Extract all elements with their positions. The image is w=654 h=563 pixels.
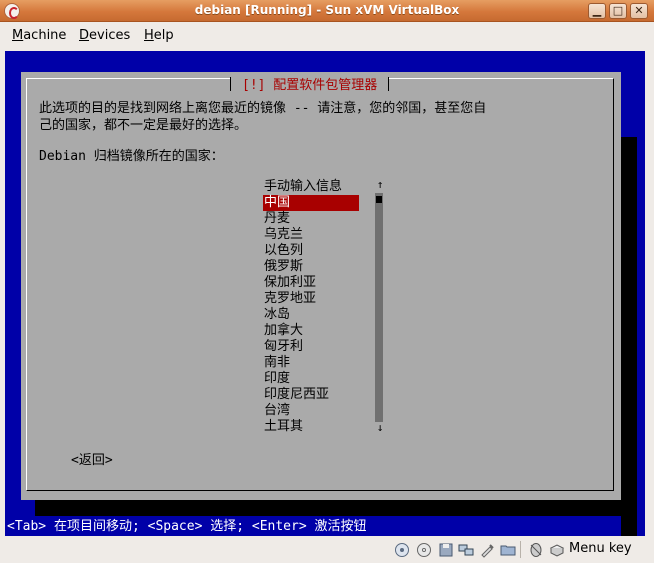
menu-help-label: elp xyxy=(153,28,174,43)
host-key-icon xyxy=(549,544,565,557)
dialog-shadow-bottom xyxy=(35,500,637,516)
vm-screen[interactable]: [!] 配置软件包管理器 此选项的目的是找到网络上离您最近的镜像 -- 请注意，… xyxy=(5,51,645,536)
back-button[interactable]: <返回> xyxy=(71,452,113,469)
country-list-item[interactable]: 加拿大 xyxy=(263,323,359,339)
dialog-shadow-right xyxy=(621,137,637,536)
country-list-item[interactable]: 俄罗斯 xyxy=(263,259,359,275)
mouse-integration-icon[interactable] xyxy=(528,542,544,558)
country-list-item[interactable]: 冰岛 xyxy=(263,307,359,323)
menu-machine-mnemonic: M xyxy=(12,28,24,43)
window-titlebar[interactable]: debian [Running] - Sun xVM VirtualBox ▁ … xyxy=(0,0,654,22)
menu-bar: Machine Devices Help xyxy=(0,22,654,50)
country-list-item[interactable]: 丹麦 xyxy=(263,211,359,227)
country-list-item[interactable]: 印度尼西亚 xyxy=(263,387,359,403)
mirror-country-dialog: [!] 配置软件包管理器 此选项的目的是找到网络上离您最近的镜像 -- 请注意，… xyxy=(21,72,621,500)
keyboard-help-line: <Tab> 在项目间移动; <Space> 选择; <Enter> 激活按钮 xyxy=(7,519,367,534)
hard-disk-icon[interactable] xyxy=(394,542,410,558)
scrollbar-track[interactable] xyxy=(375,193,383,422)
cd-rom-icon[interactable] xyxy=(416,542,432,558)
menu-devices[interactable]: Devices xyxy=(79,28,130,43)
country-list-item-selected[interactable]: 中国 xyxy=(263,195,359,211)
usb-icon[interactable] xyxy=(479,542,495,558)
country-list-item[interactable]: 台湾 xyxy=(263,403,359,419)
country-list-item[interactable]: 手动输入信息 xyxy=(263,179,359,195)
minimize-button[interactable]: ▁ xyxy=(588,3,606,19)
scroll-down-arrow-icon[interactable]: ↓ xyxy=(375,421,385,435)
maximize-button[interactable]: □ xyxy=(609,3,627,19)
menu-machine-label: achine xyxy=(23,28,67,43)
menu-help[interactable]: Help xyxy=(144,28,174,43)
country-list-item[interactable]: 保加利亚 xyxy=(263,275,359,291)
floppy-icon[interactable] xyxy=(438,542,454,558)
close-button[interactable]: ✕ xyxy=(630,3,648,19)
scroll-up-arrow-icon[interactable]: ↑ xyxy=(375,178,385,192)
country-list-item[interactable]: 乌克兰 xyxy=(263,227,359,243)
menu-machine[interactable]: Machine xyxy=(12,28,66,43)
country-prompt: Debian 归档镜像所在的国家： xyxy=(39,149,224,164)
dialog-description: 此选项的目的是找到网络上离您最近的镜像 -- 请注意，您的邻国，甚至您自 己的国… xyxy=(39,101,487,133)
status-separator xyxy=(520,541,521,558)
country-list-item[interactable]: 以色列 xyxy=(263,243,359,259)
menu-devices-mnemonic: D xyxy=(79,28,90,43)
window-title: debian [Running] - Sun xVM VirtualBox xyxy=(194,3,460,17)
country-list[interactable]: 手动输入信息 中国 丹麦 乌克兰 以色列 俄罗斯 保加利亚 克罗地亚 冰岛 加拿大 匈牙利 南非 印度印… xyxy=(263,179,359,435)
country-list-item[interactable]: 匈牙利 xyxy=(263,339,359,355)
menu-devices-label: evices xyxy=(89,28,131,43)
country-list-item[interactable]: 南非 xyxy=(263,355,359,371)
menu-help-mnemonic: H xyxy=(144,28,154,43)
vbox-status-bar: Menu key xyxy=(0,536,654,563)
network-icon[interactable] xyxy=(458,542,474,558)
shared-folder-icon[interactable] xyxy=(500,542,516,558)
dialog-title: [!] 配置软件包管理器 xyxy=(230,77,390,97)
country-list-item[interactable]: 克罗地亚 xyxy=(263,291,359,307)
host-key-label: Menu key xyxy=(569,541,632,556)
country-list-item[interactable]: 印度 xyxy=(263,371,359,387)
country-list-item[interactable]: 土耳其 xyxy=(263,419,359,435)
scrollbar-thumb[interactable] xyxy=(376,196,382,203)
